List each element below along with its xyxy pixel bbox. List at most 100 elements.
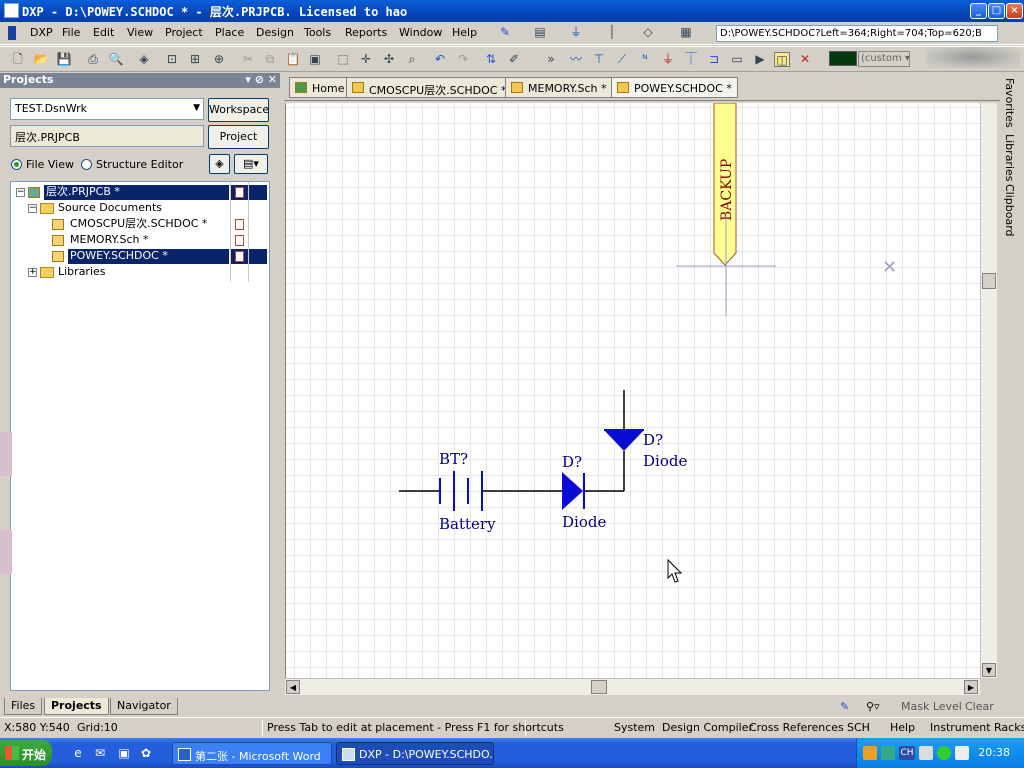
collapse-icon[interactable]: −	[16, 188, 25, 197]
place-sheet-icon[interactable]: ▭	[729, 52, 745, 67]
panel-help[interactable]: Help	[890, 721, 915, 734]
wire-tool-icon[interactable]: ✎	[497, 25, 513, 40]
keyboard-icon[interactable]	[919, 746, 933, 760]
doc-tab-cmoscpu[interactable]: CMOSCPU层次.SCHDOC *	[346, 77, 513, 98]
tab-navigator[interactable]: Navigator	[110, 698, 178, 715]
desktop-icon[interactable]: ▣	[116, 746, 132, 761]
ground-tool-icon[interactable]: ⏚	[568, 25, 584, 40]
panel-system[interactable]: System	[614, 721, 655, 734]
menu-view[interactable]: View	[127, 26, 153, 39]
tab-libraries[interactable]: Libraries	[1003, 134, 1016, 182]
close-button[interactable]: ×	[1006, 3, 1023, 19]
doc-tab-home[interactable]: Home	[289, 77, 351, 98]
compile-icon[interactable]: ◈	[209, 154, 230, 174]
place-wire-icon[interactable]: 〰	[568, 52, 584, 67]
language-indicator[interactable]: CH	[899, 746, 915, 760]
menu-place[interactable]: Place	[215, 26, 244, 39]
menu-file[interactable]: File	[62, 26, 80, 39]
toolbar-overflow-icon[interactable]: »	[543, 52, 559, 67]
diode-1-body[interactable]	[562, 472, 583, 510]
tab-files[interactable]: Files	[4, 698, 43, 715]
save-icon[interactable]: 💾	[56, 52, 72, 67]
new-file-icon[interactable]: 🗋	[10, 52, 26, 67]
horizontal-scrollbar[interactable]: ◀ ▶	[285, 678, 980, 695]
hierarchy-icon[interactable]: ⇅	[483, 52, 499, 67]
horizontal-scroll-thumb[interactable]	[591, 680, 607, 694]
color-swatch[interactable]	[829, 51, 857, 66]
vcc-port-icon[interactable]: ⏉	[683, 52, 699, 67]
tab-favorites[interactable]: Favorites	[1003, 78, 1016, 128]
deselect-icon[interactable]: ✣	[381, 52, 397, 67]
tree-item-libraries[interactable]: Libraries	[56, 265, 106, 280]
panel-sch[interactable]: SCH	[847, 721, 870, 734]
place-part-icon[interactable]: ⊐	[706, 52, 722, 67]
tree-item-source-documents[interactable]: Source Documents	[56, 201, 162, 216]
mask-level-button[interactable]: Mask Level	[901, 700, 962, 713]
tree-item-cmoscpu[interactable]: CMOSCPU层次.SCHDOC *	[68, 217, 207, 232]
open-folder-icon[interactable]: 📂	[33, 52, 49, 67]
diode-2-designator[interactable]: D?	[643, 431, 663, 449]
vertical-scroll-thumb[interactable]	[982, 273, 996, 289]
project-button[interactable]: Project	[208, 125, 269, 149]
tree-item-project[interactable]: 层次.PRJPCB *	[44, 185, 229, 200]
redo-icon[interactable]: ↷	[455, 52, 471, 67]
media-icon[interactable]: ✿	[138, 746, 154, 761]
menu-dxp[interactable]: DXP	[30, 26, 53, 39]
doc-tab-powey[interactable]: POWEY.SCHDOC *	[611, 77, 738, 98]
grid-tool-icon[interactable]: ▦	[678, 25, 694, 40]
menu-help[interactable]: Help	[452, 26, 477, 39]
scroll-left-arrow-icon[interactable]: ◀	[286, 680, 300, 694]
undo-icon[interactable]: ↶	[432, 52, 448, 67]
vertical-scrollbar[interactable]: ▼	[980, 103, 997, 678]
pin-tool-icon[interactable]: │	[604, 25, 620, 40]
filter-icon[interactable]: ⚲▿	[866, 700, 880, 713]
panel-instrument-racks[interactable]: Instrument Racks	[930, 721, 1024, 734]
tray-app-icon[interactable]	[863, 746, 877, 760]
tab-projects[interactable]: Projects	[44, 698, 109, 715]
volume-icon[interactable]	[955, 746, 969, 760]
place-port-icon[interactable]: ◫	[774, 52, 790, 67]
minimize-button[interactable]: _	[970, 3, 987, 19]
paste-icon[interactable]: 📋	[285, 52, 301, 67]
shape-tool-icon[interactable]: ◇	[640, 25, 656, 40]
select-area-icon[interactable]: ⬚	[335, 52, 351, 67]
workspace-combo[interactable]: TEST.DsnWrk ▼	[10, 98, 204, 120]
battery-comment[interactable]: Battery	[439, 515, 496, 533]
sheet-entry-icon[interactable]: ▶	[752, 52, 768, 67]
net-label-icon[interactable]: ᴺ	[637, 52, 653, 67]
battery-designator[interactable]: BT?	[439, 450, 468, 468]
file-view-radio[interactable]	[11, 159, 22, 170]
document-path-field[interactable]: D:\POWEY.SCHDOC?Left=364;Right=704;Top=6…	[716, 25, 998, 42]
diode-2-body[interactable]	[604, 430, 644, 451]
bus-entry-icon[interactable]: ⟋	[614, 52, 630, 67]
zoom-area-icon[interactable]: ⊞	[187, 52, 203, 67]
diode-1-designator[interactable]: D?	[562, 453, 582, 471]
menu-reports[interactable]: Reports	[345, 26, 387, 39]
menu-project[interactable]: Project	[165, 26, 203, 39]
task-dxp[interactable]: DXP - D:\POWEY.SCHDO...	[336, 742, 494, 765]
rubber-stamp-icon[interactable]: ▣	[307, 52, 323, 67]
bus-tool-icon[interactable]: ▤	[532, 25, 548, 40]
cut-icon[interactable]: ✂	[240, 52, 256, 67]
diode-2-comment[interactable]: Diode	[643, 452, 687, 470]
outlook-icon[interactable]: ✉	[92, 746, 108, 761]
no-erc-icon[interactable]: ✕	[797, 52, 813, 67]
panel-controls[interactable]: ▾ ⊘ ✕	[245, 73, 277, 86]
structure-editor-radio[interactable]	[81, 159, 92, 170]
tray-network-icon[interactable]	[881, 746, 895, 760]
browse-component-icon[interactable]: ✐	[506, 52, 522, 67]
move-icon[interactable]: ✛	[358, 52, 374, 67]
scroll-right-arrow-icon[interactable]: ▶	[964, 680, 978, 694]
tree-item-powey[interactable]: POWEY.SCHDOC *	[68, 249, 229, 264]
project-field[interactable]: 层次.PRJPCB	[10, 125, 204, 147]
tab-clipboard[interactable]: Clipboard	[1003, 184, 1016, 237]
print-icon[interactable]: ⎙	[85, 52, 101, 67]
menu-design[interactable]: Design	[256, 26, 294, 39]
project-options-icon[interactable]: ▤▾	[234, 154, 268, 174]
zoom-fit-icon[interactable]: ⊡	[164, 52, 180, 67]
gnd-port-icon[interactable]: ⏚	[660, 52, 676, 67]
print-preview-icon[interactable]: 🔍	[108, 52, 124, 67]
menu-window[interactable]: Window	[399, 26, 442, 39]
custom-select[interactable]: (custom ▾	[858, 51, 910, 67]
clear-filter-icon[interactable]: ⌕	[404, 52, 420, 67]
